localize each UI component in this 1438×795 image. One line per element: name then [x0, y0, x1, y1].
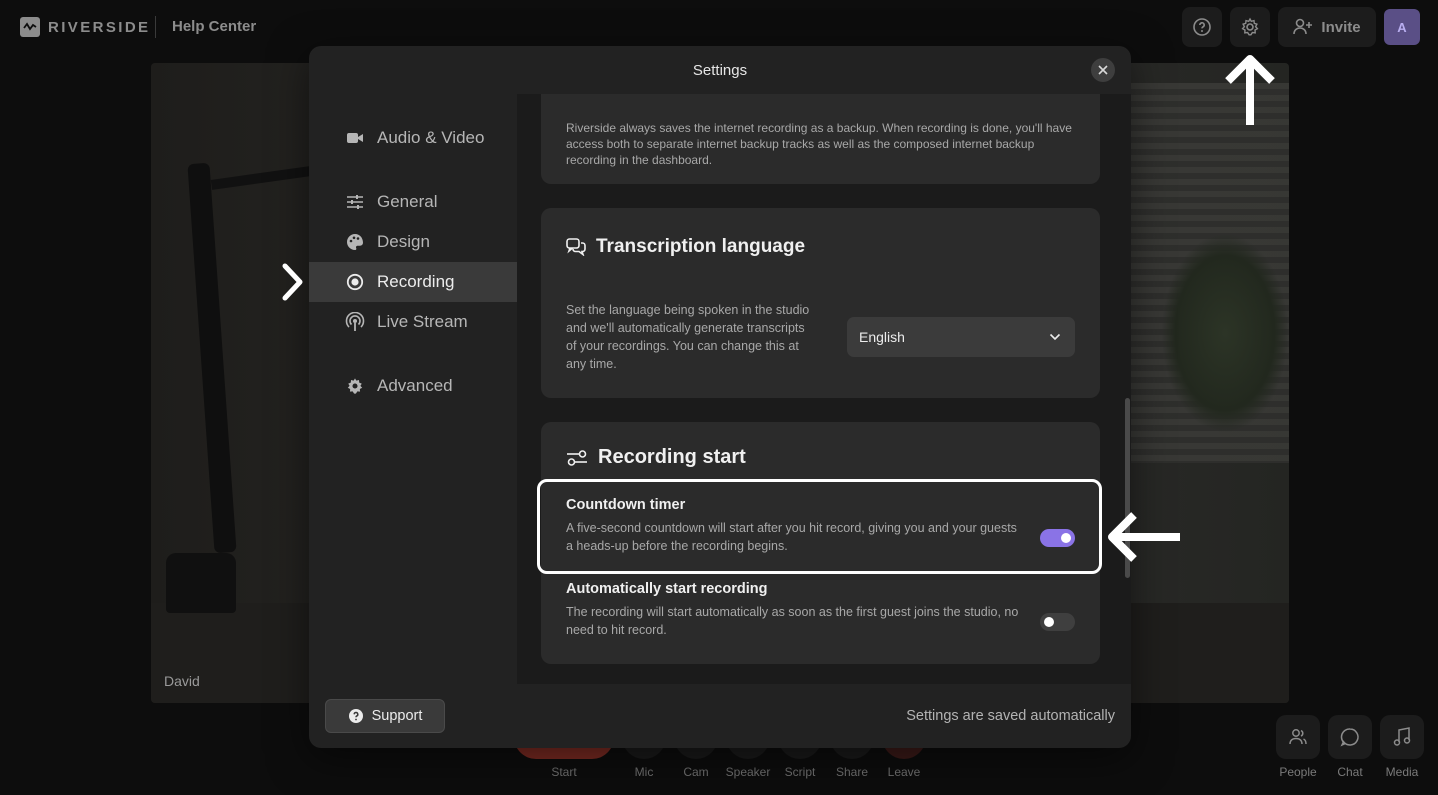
record-icon	[345, 272, 365, 292]
add-user-icon	[1293, 18, 1313, 35]
settings-modal: Settings Audio & Video General Design Re…	[309, 46, 1131, 748]
modal-title: Settings	[692, 62, 748, 79]
script-label: Script	[784, 765, 816, 779]
close-icon	[1098, 65, 1108, 75]
people-icon	[1289, 729, 1307, 745]
divider	[155, 16, 156, 38]
help-button[interactable]	[1182, 7, 1222, 47]
language-select-value: English	[859, 329, 905, 345]
transcription-heading: Transcription language	[566, 236, 805, 258]
participant-name: David	[164, 673, 200, 689]
nav-label-design: Design	[377, 232, 430, 251]
support-button[interactable]: Support	[325, 699, 445, 733]
mic-arm-base	[166, 553, 236, 613]
invite-label: Invite	[1321, 18, 1361, 36]
logo-mark-icon	[20, 17, 40, 37]
nav-label-audio-video: Audio & Video	[377, 128, 485, 147]
chevron-down-icon	[1049, 333, 1061, 341]
music-note-icon	[1393, 727, 1411, 746]
auto-start-option: Automatically start recording The record…	[566, 581, 1086, 639]
toggle-knob	[1061, 533, 1071, 543]
nav-item-general[interactable]: General	[309, 182, 517, 222]
auto-start-toggle[interactable]	[1040, 613, 1075, 631]
palette-icon	[345, 232, 365, 252]
nav-label-recording: Recording	[377, 272, 455, 291]
auto-start-description: The recording will start automatically a…	[566, 605, 1019, 637]
transcription-description: Set the language being spoken in the stu…	[566, 303, 810, 371]
question-circle-icon	[348, 709, 363, 723]
people-label: People	[1279, 765, 1317, 779]
chat-icon	[1340, 728, 1359, 747]
leave-label: Leave	[887, 765, 921, 779]
mic-arm	[187, 162, 237, 554]
gear-icon	[1241, 17, 1259, 36]
speech-bubbles-icon	[566, 238, 586, 256]
gear-icon	[345, 376, 365, 396]
start-label: Start	[551, 765, 577, 779]
toggle-knob	[1044, 617, 1054, 627]
toggle-settings-icon	[567, 449, 587, 466]
people-control[interactable]: People	[1273, 715, 1323, 779]
nav-item-audio-video[interactable]: Audio & Video	[309, 118, 517, 158]
nav-item-advanced[interactable]: Advanced	[309, 366, 517, 406]
transcription-card: Transcription language Set the language …	[541, 208, 1100, 398]
countdown-timer-description: A five-second countdown will start after…	[566, 521, 1017, 553]
sliders-icon	[345, 192, 365, 212]
countdown-timer-toggle[interactable]	[1040, 529, 1075, 547]
nav-item-design[interactable]: Design	[309, 222, 517, 262]
backup-description: Riverside always saves the internet reco…	[566, 121, 1072, 167]
recording-start-title: Recording start	[598, 446, 746, 468]
settings-content[interactable]: Riverside always saves the internet reco…	[517, 94, 1131, 684]
share-label: Share	[835, 765, 869, 779]
media-control[interactable]: Media	[1377, 715, 1427, 779]
close-button[interactable]	[1091, 58, 1115, 82]
language-select[interactable]: English	[847, 317, 1075, 357]
invite-button[interactable]: Invite	[1278, 7, 1376, 47]
people-button[interactable]	[1276, 715, 1320, 759]
autosave-note: Settings are saved automatically	[906, 708, 1115, 724]
nav-item-recording[interactable]: Recording	[309, 262, 517, 302]
backup-recording-card: Riverside always saves the internet reco…	[541, 94, 1100, 184]
mic-label: Mic	[634, 765, 654, 779]
chat-label: Chat	[1337, 765, 1363, 779]
chat-button[interactable]	[1328, 715, 1372, 759]
recording-start-card: Recording start Countdown timer A five-s…	[541, 422, 1100, 664]
avatar[interactable]: A	[1384, 9, 1420, 45]
arrow-up-icon	[1225, 55, 1275, 125]
nav-label-general: General	[377, 192, 438, 211]
question-icon	[1193, 18, 1211, 36]
chat-control[interactable]: Chat	[1325, 715, 1375, 779]
arrow-left-icon	[1108, 512, 1180, 562]
mic-arm-upper	[210, 166, 312, 190]
arrow-right-icon	[282, 263, 303, 301]
nav-label-advanced: Advanced	[377, 376, 453, 395]
media-button[interactable]	[1380, 715, 1424, 759]
transcription-title: Transcription language	[596, 236, 806, 257]
speaker-label: Speaker	[725, 765, 771, 779]
video-camera-icon	[345, 128, 365, 148]
cam-label: Cam	[683, 765, 709, 779]
video-background-plant	[1161, 233, 1289, 433]
nav-item-live-stream[interactable]: Live Stream	[309, 302, 517, 342]
brand-name: RIVERSIDE	[48, 18, 151, 36]
auto-start-title: Automatically start recording	[566, 581, 768, 597]
help-center-link[interactable]: Help Center	[172, 18, 256, 35]
media-label: Media	[1385, 765, 1419, 779]
riverside-logo[interactable]: RIVERSIDE	[20, 17, 150, 37]
support-label: Support	[371, 708, 423, 724]
recording-start-heading: Recording start	[566, 446, 746, 469]
broadcast-icon	[345, 312, 365, 332]
countdown-timer-title: Countdown timer	[566, 497, 686, 513]
settings-button[interactable]	[1230, 7, 1270, 47]
countdown-timer-option: Countdown timer A five-second countdown …	[566, 497, 1086, 555]
nav-label-live-stream: Live Stream	[377, 312, 468, 331]
